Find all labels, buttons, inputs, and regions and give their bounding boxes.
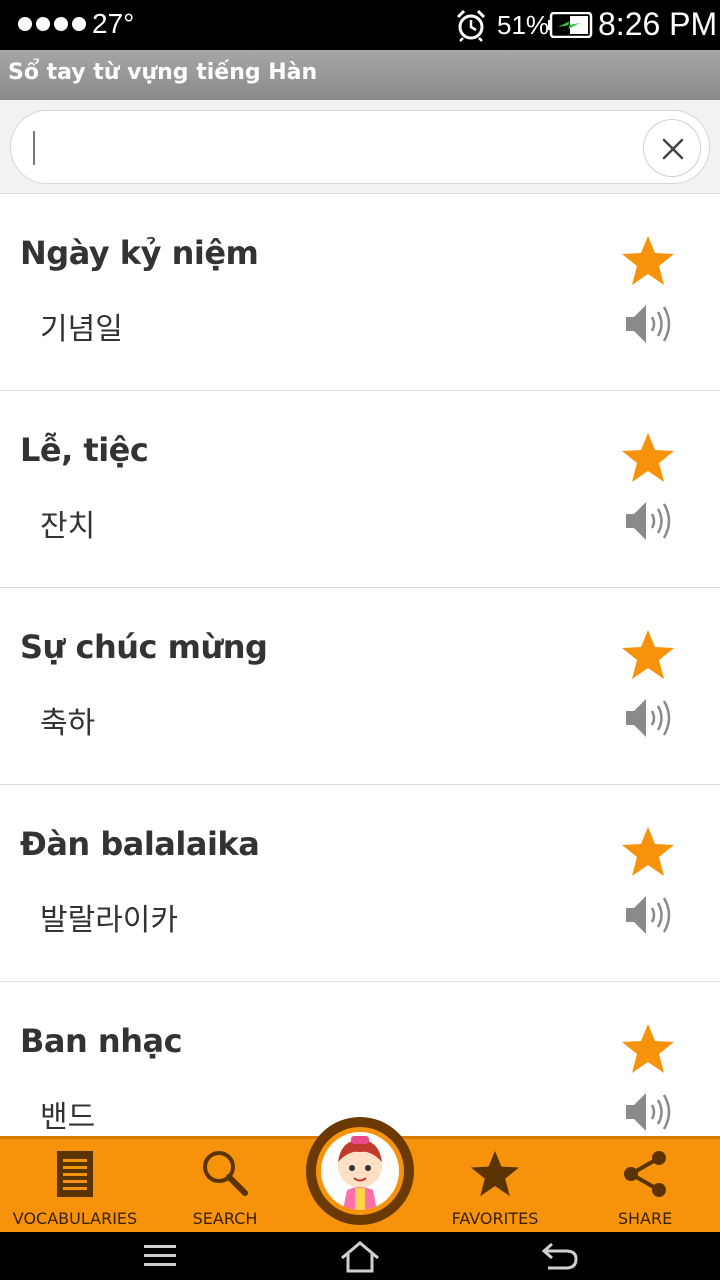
vietnamese-word: Ngày kỷ niệm <box>20 234 259 272</box>
search-area <box>0 100 720 194</box>
app-title: Sổ tay từ vựng tiếng Hàn <box>8 60 318 85</box>
tab-favorites[interactable]: FAVORITES <box>420 1139 570 1235</box>
signal-strength-icon <box>18 17 86 31</box>
status-bar: 27° 51% 8:26 PM <box>0 0 720 50</box>
mascot-avatar-icon <box>321 1132 399 1210</box>
favorite-star-icon[interactable] <box>620 431 676 485</box>
korean-word: 잔치 <box>40 509 96 544</box>
back-icon[interactable] <box>540 1240 580 1272</box>
korean-word: 기념일 <box>40 312 123 347</box>
clock: 8:26 PM <box>598 6 718 42</box>
close-icon <box>662 138 684 160</box>
tab-label: SHARE <box>617 1209 673 1228</box>
search-box[interactable] <box>10 110 710 184</box>
mascot-home-button[interactable] <box>306 1117 414 1225</box>
battery-charging-icon <box>548 11 594 42</box>
tab-search[interactable]: SEARCH <box>150 1139 300 1235</box>
home-icon[interactable] <box>338 1240 382 1274</box>
speaker-icon[interactable] <box>622 891 674 939</box>
search-icon <box>203 1151 248 1196</box>
tab-label: FAVORITES <box>451 1209 539 1228</box>
vietnamese-word: Lễ, tiệc <box>20 431 149 469</box>
speaker-icon[interactable] <box>622 694 674 742</box>
speaker-icon[interactable] <box>622 1088 674 1136</box>
alarm-clock-icon <box>454 8 488 46</box>
list-item[interactable]: Đàn balalaika 발랄라이카 <box>0 785 720 982</box>
tab-label: VOCABULARIES <box>12 1209 138 1228</box>
vietnamese-word: Ban nhạc <box>20 1022 183 1060</box>
vocabulary-list[interactable]: Ngày kỷ niệm 기념일 Lễ, tiệc 잔치 Sự chúc mừn… <box>0 194 720 1136</box>
book-icon <box>57 1151 93 1197</box>
system-navigation-bar <box>0 1232 720 1280</box>
korean-word: 축하 <box>40 706 96 741</box>
temperature: 27° <box>92 8 135 39</box>
clear-search-button[interactable] <box>643 119 701 177</box>
tab-label: SEARCH <box>192 1209 258 1228</box>
tab-vocabularies[interactable]: VOCABULARIES <box>0 1139 150 1235</box>
battery-percent: 51% <box>497 10 550 40</box>
list-item[interactable]: Ngày kỷ niệm 기념일 <box>0 194 720 391</box>
korean-word: 밴드 <box>40 1100 96 1135</box>
star-icon <box>470 1150 520 1197</box>
speaker-icon[interactable] <box>622 300 674 348</box>
list-item[interactable]: Sự chúc mừng 축하 <box>0 588 720 785</box>
app-bar: Sổ tay từ vựng tiếng Hàn <box>0 50 720 100</box>
favorite-star-icon[interactable] <box>620 628 676 682</box>
vietnamese-word: Đàn balalaika <box>20 825 260 863</box>
share-icon <box>624 1151 666 1197</box>
favorite-star-icon[interactable] <box>620 234 676 288</box>
text-cursor <box>33 131 35 165</box>
speaker-icon[interactable] <box>622 497 674 545</box>
favorite-star-icon[interactable] <box>620 1022 676 1076</box>
list-item[interactable]: Ban nhạc 밴드 <box>0 982 720 1136</box>
korean-word: 발랄라이카 <box>40 903 178 938</box>
favorite-star-icon[interactable] <box>620 825 676 879</box>
tab-share[interactable]: SHARE <box>570 1139 720 1235</box>
menu-icon[interactable] <box>142 1242 178 1270</box>
search-input[interactable] <box>33 127 613 167</box>
vietnamese-word: Sự chúc mừng <box>20 628 268 666</box>
bottom-tab-bar: VOCABULARIES SEARCH FAVORITES SHARE <box>0 1117 720 1235</box>
list-item[interactable]: Lễ, tiệc 잔치 <box>0 391 720 588</box>
